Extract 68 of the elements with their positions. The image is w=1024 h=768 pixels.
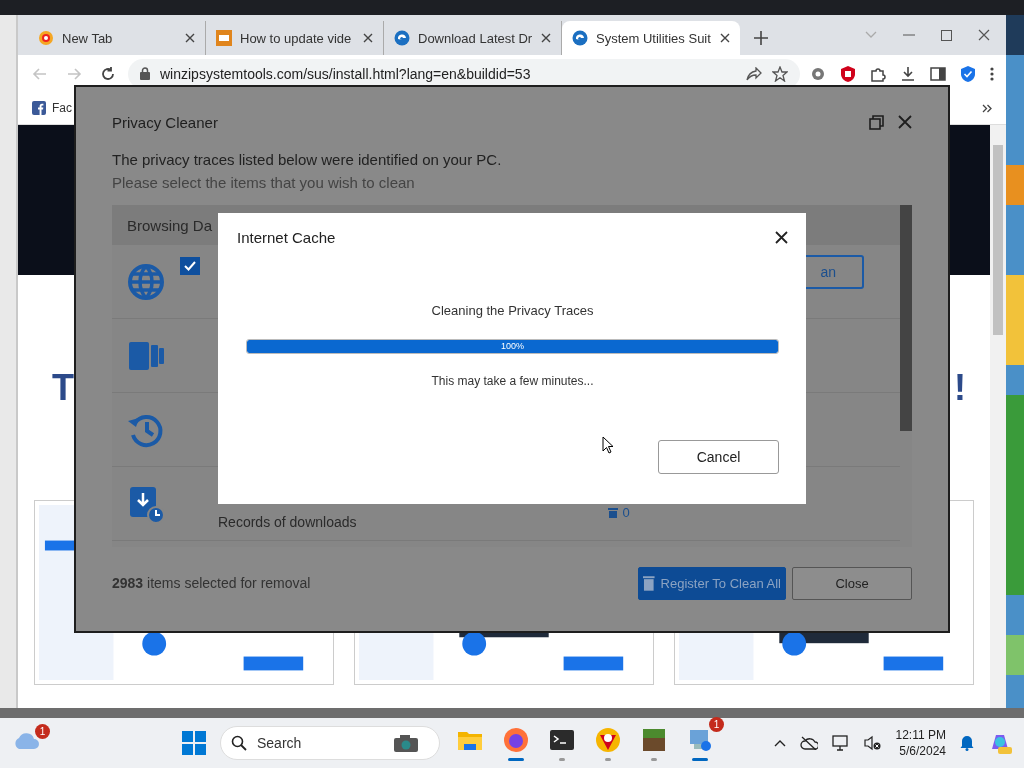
restore-icon[interactable] <box>869 114 884 130</box>
swirl-logo-icon <box>572 30 588 46</box>
side-panel-icon[interactable] <box>930 65 946 82</box>
firefox-logo-icon <box>38 30 54 46</box>
trash-icon <box>643 575 655 591</box>
search-icon <box>231 735 247 751</box>
browser-tab[interactable]: New Tab <box>28 21 206 55</box>
progress-heading: Cleaning the Privacy Traces <box>430 303 595 318</box>
bookmark[interactable]: Fac <box>32 101 72 115</box>
notification-badge: 1 <box>35 724 50 739</box>
firefox-logo-icon[interactable] <box>502 725 530 754</box>
instruction-text: Please select the items that you wish to clean <box>112 174 416 191</box>
chevron-up-icon[interactable] <box>773 739 786 747</box>
share-icon[interactable] <box>746 66 762 81</box>
cursor-icon <box>602 436 614 454</box>
close-icon[interactable] <box>363 33 373 43</box>
download-icon[interactable] <box>900 65 916 82</box>
plus-icon[interactable] <box>754 31 768 45</box>
windows-start-icon[interactable] <box>182 731 206 755</box>
notification-badge: 1 <box>709 717 724 732</box>
close-icon[interactable] <box>720 33 730 43</box>
check-shield-icon[interactable] <box>960 65 976 82</box>
globe-icon <box>127 262 165 301</box>
star-icon[interactable] <box>772 65 788 82</box>
camera-icon <box>393 733 419 753</box>
volume-muted-icon[interactable] <box>863 735 882 751</box>
shield-logo-icon[interactable] <box>594 725 622 754</box>
mc-logo-icon <box>216 30 232 46</box>
dialog-title: Internet Cache <box>237 228 336 246</box>
close-button[interactable]: Close <box>792 566 912 600</box>
maximize-icon[interactable] <box>941 29 952 41</box>
close-icon[interactable] <box>775 230 788 244</box>
scrollbar[interactable] <box>990 125 1006 708</box>
weather-cloud-icon[interactable] <box>12 730 40 750</box>
browser-tab[interactable]: How to update vide <box>206 21 384 55</box>
cloud-off-icon[interactable] <box>799 736 818 750</box>
bell-icon[interactable] <box>960 735 974 751</box>
progress-percent: 100% <box>500 340 525 353</box>
intro-text: The privacy traces listed below were identified on your PC. <box>112 151 503 168</box>
progress-note: This may take a few minutes... <box>430 374 595 388</box>
clock[interactable]: 12:11 PM 5/6/2024 <box>895 727 946 759</box>
browser-tab[interactable]: System Utilities Suit <box>562 21 740 55</box>
gear-icon[interactable] <box>810 65 826 82</box>
scrollbar[interactable] <box>900 205 912 431</box>
window-title: Privacy Cleaner <box>112 113 218 131</box>
selection-summary: 2983 items selected for removal <box>112 575 312 591</box>
lock-icon <box>140 67 150 80</box>
close-icon[interactable] <box>541 33 551 43</box>
checkbox[interactable] <box>180 257 200 275</box>
search-field[interactable]: Search <box>255 734 385 752</box>
puzzle-icon[interactable] <box>870 65 886 82</box>
menu-icon[interactable] <box>990 65 994 82</box>
trace-label: Records of downloads <box>218 514 357 530</box>
page-heading: T <box>52 366 74 409</box>
swirl-logo-icon <box>394 30 410 46</box>
reload-icon[interactable] <box>100 65 116 82</box>
shield-icon[interactable] <box>840 65 856 82</box>
trash-icon <box>606 507 619 518</box>
double-chevron-icon[interactable] <box>982 103 992 113</box>
network-icon[interactable] <box>831 735 850 751</box>
page-heading: ! <box>954 366 966 409</box>
taskbar-search[interactable]: Search <box>220 726 440 760</box>
check-icon <box>184 261 196 271</box>
item-count: 0 <box>622 505 630 520</box>
close-icon[interactable] <box>185 33 195 43</box>
facebook-logo-icon <box>32 101 46 115</box>
cancel-button[interactable]: Cancel <box>658 440 779 474</box>
download-clock-icon <box>127 484 165 523</box>
